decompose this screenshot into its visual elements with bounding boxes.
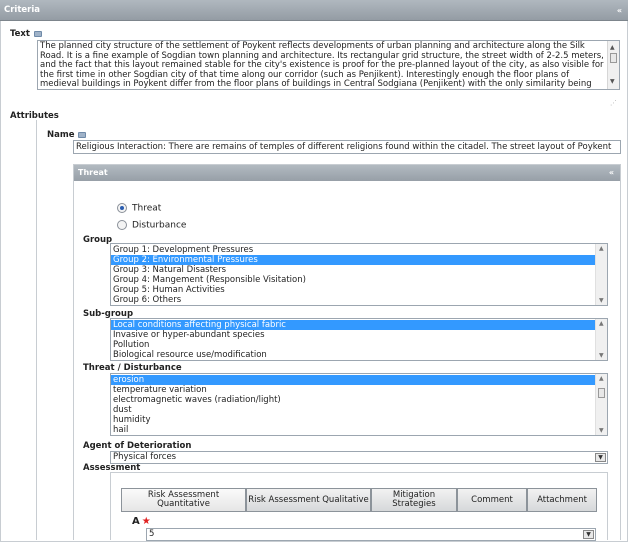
- agent-label: Agent of Deterioration: [83, 441, 192, 451]
- text-scrollbar[interactable]: ▲ ▼: [607, 41, 619, 89]
- info-icon[interactable]: [33, 30, 42, 37]
- scroll-up-icon[interactable]: ▲: [599, 375, 604, 382]
- list-item[interactable]: Group 3: Natural Disasters: [111, 265, 607, 275]
- list-item[interactable]: Group 4: Mangement (Responsible Visitati…: [111, 275, 607, 285]
- text-field-value: The planned city structure of the settle…: [40, 41, 604, 90]
- required-star-icon: ★: [141, 516, 151, 527]
- subgroup-listbox[interactable]: Local conditions affecting physical fabr…: [110, 318, 608, 361]
- list-item[interactable]: electromagnetic waves (radiation/light): [111, 395, 607, 405]
- list-item[interactable]: Group 2: Environmental Pressures: [111, 255, 607, 265]
- list-item[interactable]: erosion: [111, 375, 607, 385]
- scroll-down-icon[interactable]: ▼: [599, 297, 604, 304]
- chevron-down-icon[interactable]: ▼: [583, 530, 594, 539]
- threat-disturbance-label: Threat / Disturbance: [83, 363, 182, 373]
- collapse-icon[interactable]: «: [617, 0, 622, 21]
- text-field[interactable]: The planned city structure of the settle…: [37, 40, 620, 90]
- list-item[interactable]: humidity: [111, 415, 607, 425]
- radio-unchecked-icon[interactable]: [117, 220, 127, 230]
- agent-select[interactable]: Physical forces ▼: [110, 451, 608, 464]
- list-item[interactable]: Invasive or hyper-abundant species: [111, 330, 607, 340]
- resize-grip-icon[interactable]: ⋰: [610, 99, 617, 107]
- threat-panel-header[interactable]: Threat «: [74, 165, 620, 181]
- scroll-thumb[interactable]: [598, 388, 605, 398]
- threat-disturbance-listbox[interactable]: erosion temperature variation electromag…: [110, 373, 608, 436]
- field-a-value: 5: [149, 529, 155, 539]
- panel-title: Criteria: [4, 5, 41, 15]
- name-label: Name: [47, 130, 87, 140]
- scroll-up-icon[interactable]: ▲: [599, 245, 604, 252]
- scroll-down-icon[interactable]: ▼: [599, 352, 604, 359]
- radio-checked-icon[interactable]: [117, 203, 127, 213]
- group-listbox[interactable]: Group 1: Development Pressures Group 2: …: [110, 243, 608, 306]
- scroll-down-icon[interactable]: ▼: [610, 77, 615, 87]
- agent-select-value: Physical forces: [113, 452, 177, 462]
- list-item[interactable]: Pollution: [111, 340, 607, 350]
- tab-comment[interactable]: Comment: [457, 488, 527, 512]
- tab-risk-assessment-qualitative[interactable]: Risk Assessment Qualitative: [246, 488, 371, 512]
- collapse-icon[interactable]: «: [609, 165, 614, 181]
- name-field[interactable]: Religious Interaction: There are remains…: [73, 140, 621, 154]
- scroll-up-icon[interactable]: ▲: [599, 320, 604, 327]
- scroll-up-icon[interactable]: ▲: [610, 43, 615, 53]
- chevron-down-icon[interactable]: ▼: [595, 453, 606, 462]
- listbox-scrollbar[interactable]: ▲ ▼: [595, 319, 607, 360]
- radio-threat[interactable]: Threat: [117, 203, 161, 214]
- field-a-label: A ★: [132, 516, 151, 527]
- list-item[interactable]: temperature variation: [111, 385, 607, 395]
- tab-mitigation-strategies[interactable]: Mitigation Strategies: [371, 488, 457, 512]
- list-item[interactable]: Group 5: Human Activities: [111, 285, 607, 295]
- field-a-select[interactable]: 5 ▼: [146, 528, 596, 541]
- criteria-panel-header[interactable]: Criteria «: [0, 0, 628, 21]
- list-item[interactable]: Group 6: Others: [111, 295, 607, 305]
- group-label: Group: [83, 235, 113, 245]
- scroll-thumb[interactable]: [610, 53, 617, 63]
- list-item[interactable]: hail: [111, 425, 607, 435]
- list-item[interactable]: Local conditions affecting physical fabr…: [111, 320, 607, 330]
- radio-disturbance[interactable]: Disturbance: [117, 220, 186, 231]
- threat-panel-title: Threat: [78, 168, 108, 177]
- text-label: Text: [10, 29, 42, 39]
- tab-attachment[interactable]: Attachment: [527, 488, 597, 512]
- info-icon[interactable]: [78, 131, 87, 138]
- tab-risk-assessment-quantitative[interactable]: Risk Assessment Quantitative: [121, 488, 246, 512]
- listbox-scrollbar[interactable]: ▲ ▼: [595, 244, 607, 305]
- list-item[interactable]: Group 1: Development Pressures: [111, 245, 607, 255]
- list-item[interactable]: Biological resource use/modification: [111, 350, 607, 360]
- scroll-down-icon[interactable]: ▼: [599, 427, 604, 434]
- listbox-scrollbar[interactable]: ▲ ▼: [595, 374, 607, 435]
- list-item[interactable]: dust: [111, 405, 607, 415]
